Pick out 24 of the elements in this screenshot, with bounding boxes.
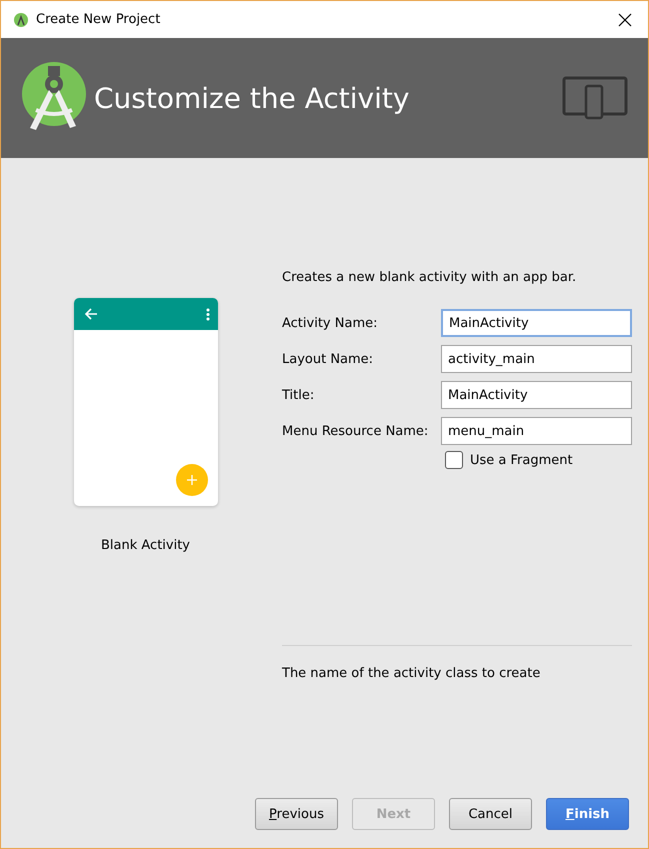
close-icon — [618, 12, 632, 26]
window-title: Create New Project — [36, 12, 162, 27]
android-studio-icon — [13, 12, 29, 28]
more-vertical-icon — [206, 308, 210, 320]
dialog-button[interactable]: Previous — [255, 798, 338, 830]
description-text: Creates a new blank activity with an app bar. — [282, 270, 578, 285]
dialog-button[interactable]: Cancel — [449, 798, 532, 830]
text-field[interactable]: MainActivity — [441, 309, 632, 337]
text-field[interactable]: activity_main — [441, 345, 632, 373]
field-label: Layout Name: — [282, 352, 374, 366]
help-text: The name of the activity class to create — [282, 666, 542, 681]
field-label: Activity Name: — [282, 316, 378, 330]
checkbox-label: Use a Fragment — [470, 452, 573, 468]
back-arrow-icon — [84, 308, 98, 320]
text-field[interactable]: MainActivity — [441, 381, 632, 409]
field-label: Title: — [282, 388, 316, 402]
field-label: Menu Resource Name: — [282, 424, 430, 438]
tablet-phone-icon — [562, 76, 628, 120]
dialog-button[interactable]: Finish — [546, 798, 629, 830]
header-title: Customize the Activity — [94, 82, 410, 114]
checkbox[interactable] — [445, 451, 463, 469]
plus-icon — [186, 475, 196, 485]
text-field[interactable]: menu_main — [441, 417, 632, 445]
template-name: Blank Activity — [100, 538, 190, 553]
